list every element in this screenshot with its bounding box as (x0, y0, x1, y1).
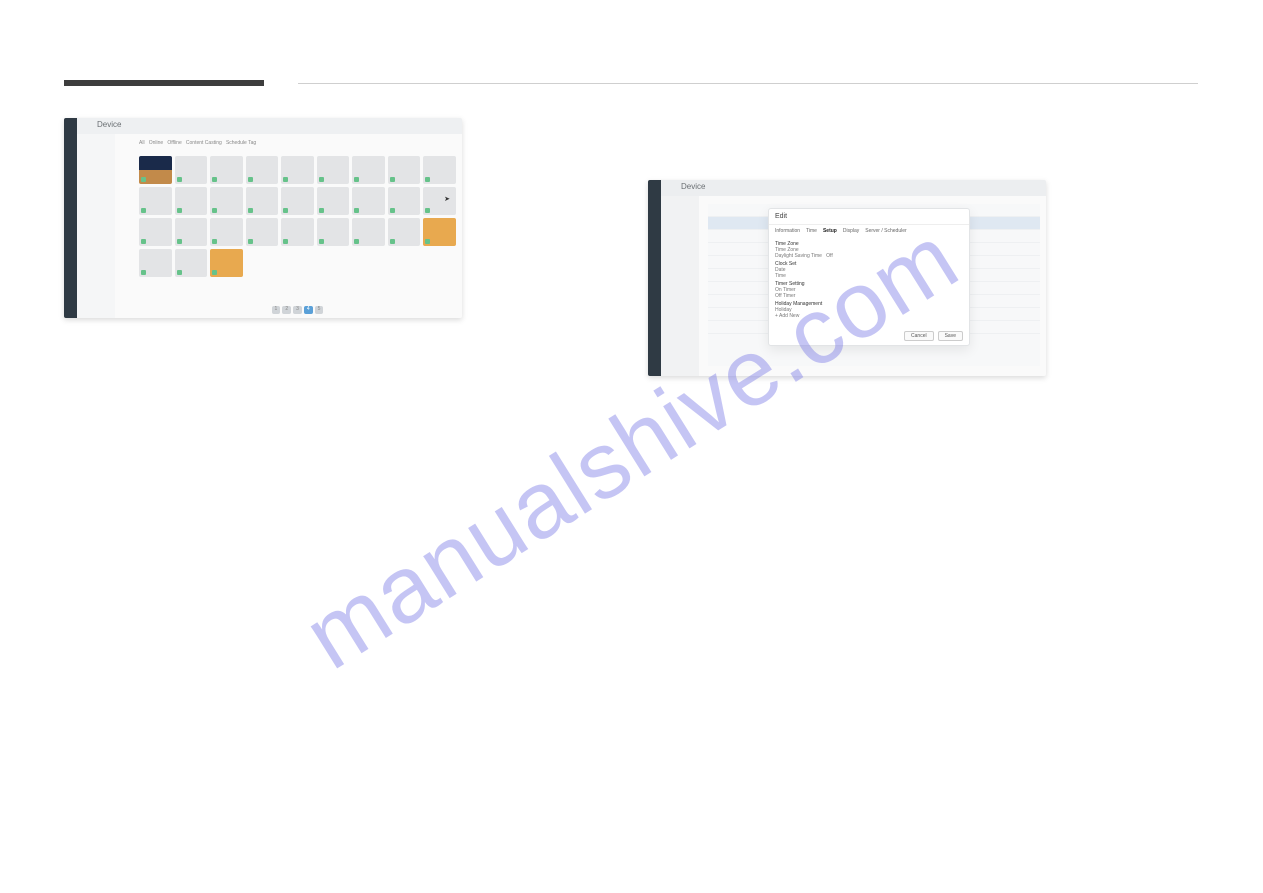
titlebar: Device (661, 180, 1046, 196)
device-tile[interactable] (352, 218, 385, 246)
save-button[interactable]: Save (938, 331, 963, 341)
device-tile[interactable] (317, 187, 350, 215)
page-number[interactable]: 1 (272, 306, 281, 314)
device-tile[interactable] (246, 156, 279, 184)
filter-item[interactable]: Content Casting (186, 140, 222, 146)
device-tile[interactable] (423, 156, 456, 184)
device-tile[interactable] (139, 218, 172, 246)
device-tile[interactable] (210, 156, 243, 184)
device-tile[interactable] (175, 249, 208, 277)
page-title: Device (681, 182, 705, 191)
app-nav-light (77, 118, 115, 318)
app-sidebar-dark (64, 118, 77, 318)
device-tile[interactable] (139, 249, 172, 277)
page-number[interactable]: 2 (282, 306, 291, 314)
device-tile[interactable] (352, 187, 385, 215)
filter-item[interactable]: All (139, 140, 145, 146)
device-tile[interactable] (317, 156, 350, 184)
field-time[interactable]: Time (775, 273, 963, 279)
modal-tabs: Information Time Setup Display Server / … (769, 225, 969, 237)
device-tile[interactable] (352, 156, 385, 184)
status-dot-icon (141, 177, 146, 182)
device-tile[interactable] (210, 218, 243, 246)
page-number[interactable]: 3 (293, 306, 302, 314)
divider (298, 83, 1198, 84)
field-off-timer[interactable]: Off Timer (775, 293, 963, 299)
device-tile[interactable] (388, 218, 421, 246)
device-tile[interactable] (246, 218, 279, 246)
filter-item[interactable]: Online (149, 140, 163, 146)
tab-server[interactable]: Server / Scheduler (865, 228, 906, 234)
device-tile[interactable] (175, 187, 208, 215)
section-marker (64, 80, 264, 86)
device-grid (139, 156, 456, 300)
tab-setup[interactable]: Setup (823, 228, 837, 234)
app-sidebar-dark (648, 180, 661, 376)
device-tile[interactable] (317, 218, 350, 246)
screenshot-device-edit-modal: Device Edit Information Time Setup Displ… (648, 180, 1046, 376)
device-tile[interactable] (139, 187, 172, 215)
add-new-link[interactable]: + Add New (775, 313, 963, 319)
device-tile[interactable] (281, 187, 314, 215)
pagination[interactable]: 1 2 3 4 5 (139, 306, 456, 314)
device-tile[interactable] (210, 249, 243, 277)
device-tile[interactable] (388, 156, 421, 184)
device-tile[interactable] (210, 187, 243, 215)
device-tile[interactable] (281, 156, 314, 184)
tab-information[interactable]: Information (775, 228, 800, 234)
filter-item[interactable]: Schedule Tag (226, 140, 256, 146)
device-tile[interactable] (139, 156, 172, 184)
field-dst[interactable]: Daylight Saving Time Off (775, 253, 963, 259)
page-number-active[interactable]: 4 (304, 306, 313, 314)
filter-item[interactable]: Offline (167, 140, 181, 146)
device-tile[interactable] (388, 187, 421, 215)
tab-time[interactable]: Time (806, 228, 817, 234)
filter-toolbar: All Online Offline Content Casting Sched… (139, 140, 456, 148)
page-number[interactable]: 5 (315, 306, 324, 314)
page-title: Device (97, 120, 121, 129)
titlebar: Device (77, 118, 462, 134)
edit-modal: Edit Information Time Setup Display Serv… (768, 208, 970, 346)
device-tile[interactable] (281, 218, 314, 246)
device-tile[interactable] (175, 218, 208, 246)
tab-display[interactable]: Display (843, 228, 859, 234)
screenshot-device-grid: Device All Online Offline Content Castin… (64, 118, 462, 318)
device-tile[interactable] (423, 187, 456, 215)
device-tile[interactable] (423, 218, 456, 246)
modal-heading: Edit (769, 209, 969, 225)
app-nav-light (661, 180, 699, 376)
device-tile[interactable] (175, 156, 208, 184)
cancel-button[interactable]: Cancel (904, 331, 934, 341)
device-tile[interactable] (246, 187, 279, 215)
